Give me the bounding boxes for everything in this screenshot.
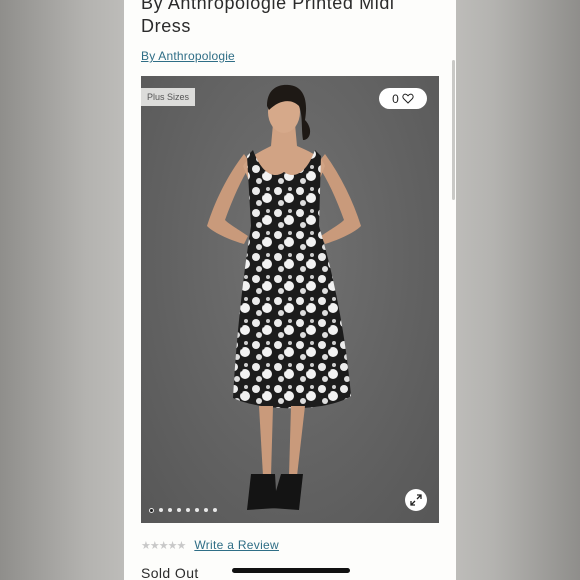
- write-review-link[interactable]: Write a Review: [194, 538, 279, 552]
- scrollbar[interactable]: [452, 60, 455, 200]
- background-blur-right: [456, 0, 580, 580]
- product-image[interactable]: Plus Sizes 0: [141, 76, 439, 523]
- brand-link[interactable]: By Anthropologie: [141, 49, 235, 63]
- product-title: By Anthropologie Printed Midi Dress: [141, 0, 395, 36]
- gallery-dot[interactable]: [177, 508, 181, 512]
- gallery-dot[interactable]: [159, 508, 163, 512]
- gallery-dot[interactable]: [168, 508, 172, 512]
- product-page: By Anthropologie Printed Midi Dress By A…: [124, 0, 456, 580]
- expand-icon: [410, 494, 422, 506]
- gallery-dot[interactable]: [195, 508, 199, 512]
- star-rating-icon: ★★★★★: [141, 539, 186, 552]
- sold-out-status: Sold Out: [141, 565, 199, 580]
- gallery-dot[interactable]: [186, 508, 190, 512]
- heart-icon: [402, 93, 414, 104]
- gallery-dot[interactable]: [204, 508, 208, 512]
- background-blur-left: [0, 0, 124, 580]
- home-indicator[interactable]: [232, 568, 350, 573]
- gallery-dot[interactable]: [149, 508, 154, 513]
- rating-row: ★★★★★ Write a Review: [141, 538, 279, 552]
- favorite-button[interactable]: 0: [379, 88, 427, 109]
- gallery-pagination[interactable]: [149, 508, 217, 513]
- gallery-dot[interactable]: [213, 508, 217, 512]
- favorite-count: 0: [392, 91, 399, 106]
- dress-model-photo: [207, 84, 361, 510]
- plus-sizes-badge: Plus Sizes: [141, 88, 196, 106]
- expand-image-button[interactable]: [405, 489, 427, 511]
